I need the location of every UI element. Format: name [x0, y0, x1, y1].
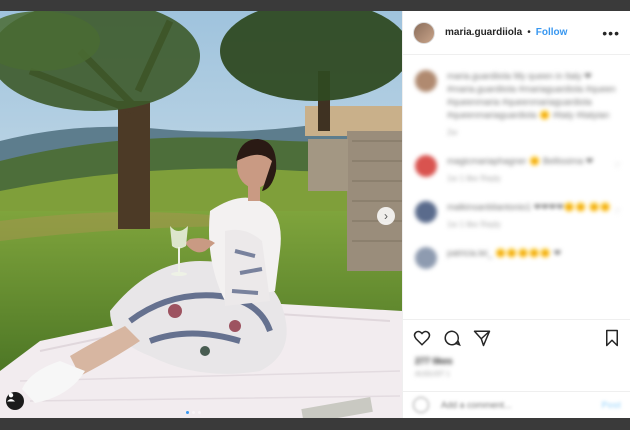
comments-list: maria.guardiiola My queen in Italy ❤ #ma…: [403, 56, 630, 318]
header-separator: •: [527, 27, 531, 38]
comment-text: patricia.lei_ 🌞🌞🌞🌞🌞 ❤: [447, 247, 621, 260]
comment-avatar[interactable]: [415, 70, 437, 92]
bookmark-icon[interactable]: [603, 329, 621, 347]
comment-meta: 1w 1 like Reply: [447, 174, 501, 183]
carousel-dot: [198, 411, 201, 414]
follow-button[interactable]: Follow: [536, 27, 568, 38]
comment-username[interactable]: maria.guardiiola: [447, 71, 511, 81]
comment-meta: 2w: [447, 128, 458, 137]
comment-item: patricia.lei_ 🌞🌞🌞🌞🌞 ❤: [403, 247, 630, 269]
instagram-post-modal: › maria.guardiiola • Follow ••• maria.gu…: [0, 11, 630, 418]
carousel-dot: [192, 411, 195, 414]
share-icon[interactable]: [473, 329, 491, 347]
carousel-dot: [186, 411, 189, 414]
avatar[interactable]: [413, 21, 435, 44]
likes-count[interactable]: 277 likes: [415, 356, 453, 366]
post-photo[interactable]: ›: [0, 11, 402, 418]
comment-body: 🌞 Bellissima ❤: [529, 156, 594, 166]
emoji-icon[interactable]: [413, 397, 429, 413]
comment-username[interactable]: patricia.lei_: [447, 248, 493, 258]
heart-icon[interactable]: [413, 329, 431, 347]
add-comment-bar: Post: [403, 391, 630, 418]
more-horizontal-icon[interactable]: •••: [602, 25, 620, 41]
comment-username[interactable]: magicmariaphagner: [447, 156, 527, 166]
comment-text: magicmariaphagner 🌞 Bellissima ❤: [447, 155, 621, 168]
photo-scene: [0, 11, 402, 418]
chevron-right-icon: ›: [384, 208, 388, 223]
comment-icon[interactable]: [443, 329, 461, 347]
post-header: maria.guardiiola • Follow •••: [403, 11, 630, 55]
tagged-user-button[interactable]: [6, 392, 24, 410]
comment-avatar[interactable]: [415, 201, 437, 223]
comment-input[interactable]: [441, 400, 591, 410]
post-username[interactable]: maria.guardiiola: [445, 27, 522, 38]
comment-body: ❤❤❤❤🌞🌞 🌞🌞: [533, 202, 612, 212]
comment-meta: 1w 1 like Reply: [447, 220, 501, 229]
post-date: AUGUST 1: [415, 371, 450, 378]
post-comment-button[interactable]: Post: [601, 400, 621, 410]
comment-item: malkinsanbliantonio1 ❤❤❤❤🌞🌞 🌞🌞 1w 1 like…: [403, 201, 630, 229]
comment-username[interactable]: malkinsanbliantonio1: [447, 202, 531, 212]
comment-avatar[interactable]: [415, 247, 437, 269]
comment-item: magicmariaphagner 🌞 Bellissima ❤ 1w 1 li…: [403, 155, 630, 183]
post-actions: [403, 319, 630, 355]
user-icon: [7, 393, 15, 402]
comment-avatar[interactable]: [415, 155, 437, 177]
comment-body: 🌞🌞🌞🌞🌞 ❤: [495, 248, 562, 258]
comment-text: maria.guardiiola My queen in Italy ❤ #ma…: [447, 70, 621, 122]
heart-icon[interactable]: ♡: [614, 207, 621, 216]
next-photo-button[interactable]: ›: [377, 207, 395, 225]
heart-icon[interactable]: ♡: [614, 161, 621, 170]
comment-item: maria.guardiiola My queen in Italy ❤ #ma…: [403, 70, 630, 137]
comment-text: malkinsanbliantonio1 ❤❤❤❤🌞🌞 🌞🌞: [447, 201, 621, 214]
post-side-panel: maria.guardiiola • Follow ••• maria.guar…: [402, 11, 630, 418]
photo-carousel-indicator: [186, 411, 201, 414]
